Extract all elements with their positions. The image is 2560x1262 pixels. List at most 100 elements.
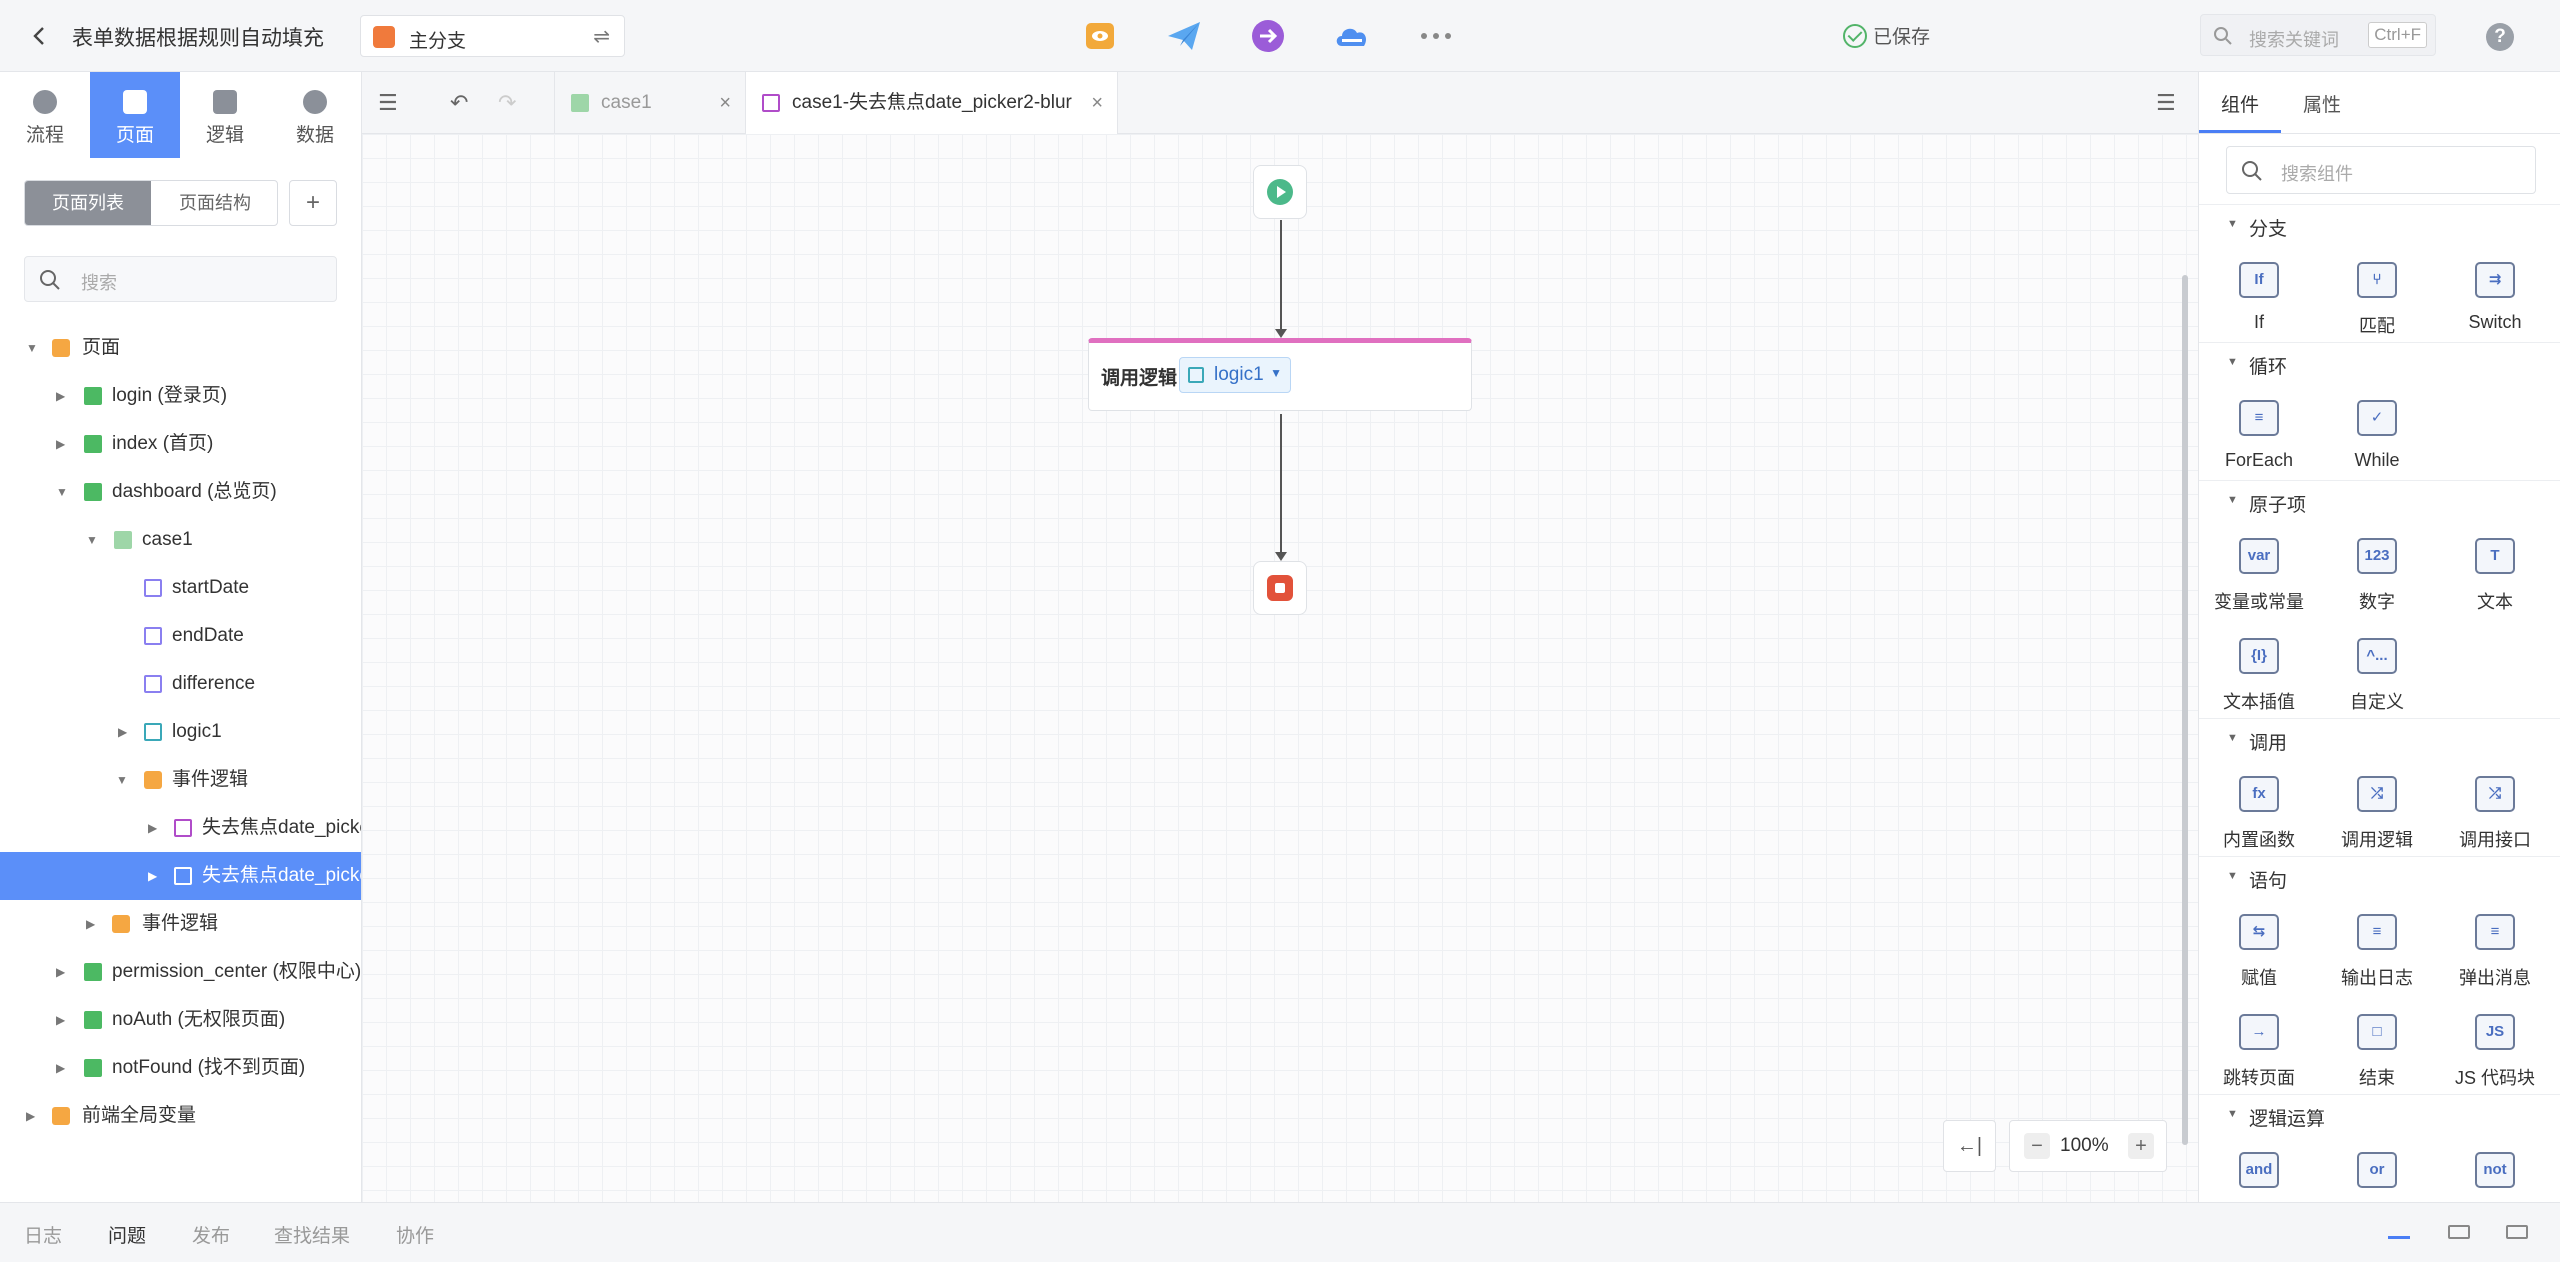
zoom-out-button[interactable]: −: [2024, 1133, 2050, 1159]
tree-node[interactable]: startDate: [0, 564, 361, 612]
caret-right-icon[interactable]: ▶: [26, 1092, 40, 1140]
back-arrow-icon[interactable]: [28, 22, 52, 50]
layout-half-icon[interactable]: [2448, 1225, 2470, 1239]
caret-right-icon[interactable]: ▶: [56, 996, 70, 1044]
section-loop[interactable]: ▼ 循环: [2199, 342, 2560, 382]
section-call[interactable]: ▼ 调用: [2199, 718, 2560, 758]
section-atom[interactable]: ▼ 原子项: [2199, 480, 2560, 520]
tree-node[interactable]: ▶ logic1: [0, 708, 361, 756]
component-assign[interactable]: ⇆ 赋值: [2199, 914, 2319, 1014]
redo-icon[interactable]: ↷: [498, 90, 524, 116]
caret-right-icon[interactable]: ▶: [148, 804, 162, 852]
help-icon[interactable]: ?: [2486, 23, 2514, 51]
component-text[interactable]: T 文本: [2435, 538, 2555, 638]
collapse-left-icon[interactable]: ☰: [378, 90, 404, 116]
component-number[interactable]: 123 数字: [2317, 538, 2437, 638]
end-node[interactable]: [1253, 561, 1307, 615]
undo-icon[interactable]: ↶: [450, 90, 476, 116]
layout-minimize-icon[interactable]: [2388, 1225, 2410, 1239]
start-node[interactable]: [1253, 165, 1307, 219]
component-message[interactable]: ≡ 弹出消息: [2435, 914, 2555, 1014]
close-tab-icon[interactable]: ×: [1091, 72, 1103, 134]
tab-components[interactable]: 组件: [2221, 90, 2259, 117]
tab-properties[interactable]: 属性: [2303, 90, 2341, 117]
component-search-input[interactable]: 搜索组件: [2226, 146, 2536, 194]
page-structure-toggle[interactable]: 页面结构: [152, 181, 277, 225]
more-icon[interactable]: [1416, 16, 1456, 56]
component-variable[interactable]: var 变量或常量: [2199, 538, 2319, 638]
tree-node[interactable]: ▶ 失去焦点date_picker1-blur: [0, 804, 361, 852]
caret-right-icon[interactable]: ▶: [56, 372, 70, 420]
tree-node[interactable]: ▶ login (登录页): [0, 372, 361, 420]
section-title: 分支: [2249, 219, 2288, 240]
component-label: 调用逻辑: [2341, 830, 2413, 850]
caret-right-icon[interactable]: ▶: [118, 708, 132, 756]
deploy-icon[interactable]: [1248, 16, 1288, 56]
section-branch[interactable]: ▼ 分支: [2199, 204, 2560, 244]
section-logic-ops[interactable]: ▼ 逻辑运算: [2199, 1094, 2560, 1134]
page-file-icon: [84, 387, 102, 405]
tree-node[interactable]: ▶ 事件逻辑: [0, 900, 361, 948]
caret-down-icon[interactable]: ▼: [116, 756, 130, 804]
caret-down-icon[interactable]: ▼: [86, 516, 100, 564]
caret-right-icon[interactable]: ▶: [86, 900, 100, 948]
preview-icon[interactable]: [1080, 16, 1120, 56]
tree-node[interactable]: ▼ 事件逻辑: [0, 756, 361, 804]
global-search-input[interactable]: 搜索关键词 Ctrl+F: [2200, 14, 2436, 56]
component-label: 数字: [2359, 592, 2395, 612]
page-search-input[interactable]: 搜索: [24, 256, 337, 302]
tab-event-logic[interactable]: case1-失去焦点date_picker2-blur ×: [746, 72, 1118, 134]
caret-right-icon[interactable]: ▶: [148, 852, 162, 900]
canvas-scrollbar[interactable]: [2182, 275, 2188, 1145]
switch-branch-icon[interactable]: ⇌: [593, 24, 610, 49]
tree-node[interactable]: ▶ noAuth (无权限页面): [0, 996, 361, 1044]
publish-icon[interactable]: [1164, 16, 1204, 56]
tab-label: case1: [601, 92, 652, 113]
tab-log[interactable]: 日志: [24, 1221, 62, 1248]
tab-problems[interactable]: 问题: [108, 1221, 146, 1248]
layout-full-icon[interactable]: [2506, 1225, 2528, 1239]
tree-node[interactable]: ▶ 前端全局变量: [0, 1092, 361, 1140]
tab-collaboration[interactable]: 协作: [396, 1221, 434, 1248]
caret-right-icon[interactable]: ▶: [56, 1044, 70, 1092]
tab-publish[interactable]: 发布: [192, 1221, 230, 1248]
section-statement[interactable]: ▼ 语句: [2199, 856, 2560, 896]
component-and[interactable]: and: [2199, 1152, 2319, 1202]
component-not[interactable]: not: [2435, 1152, 2555, 1202]
caret-down-icon[interactable]: ▼: [26, 324, 40, 372]
add-page-button[interactable]: +: [289, 180, 337, 226]
logic-selector[interactable]: logic1 ▼: [1179, 357, 1291, 393]
call-logic-node[interactable]: 调用逻辑 logic1 ▼: [1088, 338, 1472, 411]
branch-selector[interactable]: 主分支 ⇌: [360, 15, 625, 57]
tree-label: index (首页): [112, 433, 214, 454]
tree-node[interactable]: ▼ dashboard (总览页): [0, 468, 361, 516]
component-log[interactable]: ≡ 输出日志: [2317, 914, 2437, 1014]
tree-label: 页面: [82, 337, 121, 358]
tab-logic[interactable]: 逻辑: [180, 72, 270, 158]
caret-right-icon[interactable]: ▶: [56, 420, 70, 468]
tab-page[interactable]: 页面: [90, 72, 180, 158]
caret-down-icon[interactable]: ▼: [56, 468, 70, 516]
tab-find-results[interactable]: 查找结果: [274, 1221, 350, 1248]
js-icon: JS: [2475, 1014, 2515, 1050]
tree-node[interactable]: ▼ case1: [0, 516, 361, 564]
caret-right-icon[interactable]: ▶: [56, 948, 70, 996]
number-icon: 123: [2357, 538, 2397, 574]
tree-node[interactable]: ▶ notFound (找不到页面): [0, 1044, 361, 1092]
collapse-right-icon[interactable]: ☰: [2156, 90, 2182, 116]
tree-node[interactable]: ▼ 页面: [0, 324, 361, 372]
tab-flow[interactable]: 流程: [0, 72, 90, 158]
close-tab-icon[interactable]: ×: [719, 72, 731, 134]
tree-node[interactable]: endDate: [0, 612, 361, 660]
collapse-canvas-button[interactable]: ←|: [1943, 1120, 1996, 1172]
tree-node[interactable]: ▶ permission_center (权限中心): [0, 948, 361, 996]
tab-case1[interactable]: case1 ×: [554, 72, 746, 134]
tree-node[interactable]: ▶ index (首页): [0, 420, 361, 468]
component-or[interactable]: or: [2317, 1152, 2437, 1202]
tree-node[interactable]: difference: [0, 660, 361, 708]
page-list-toggle[interactable]: 页面列表: [25, 181, 151, 225]
tree-node-selected[interactable]: ▶ 失去焦点date_picker2-blur: [0, 852, 361, 900]
zoom-in-button[interactable]: +: [2128, 1133, 2154, 1159]
tab-data[interactable]: 数据: [270, 72, 360, 158]
cloud-icon[interactable]: [1332, 16, 1372, 56]
